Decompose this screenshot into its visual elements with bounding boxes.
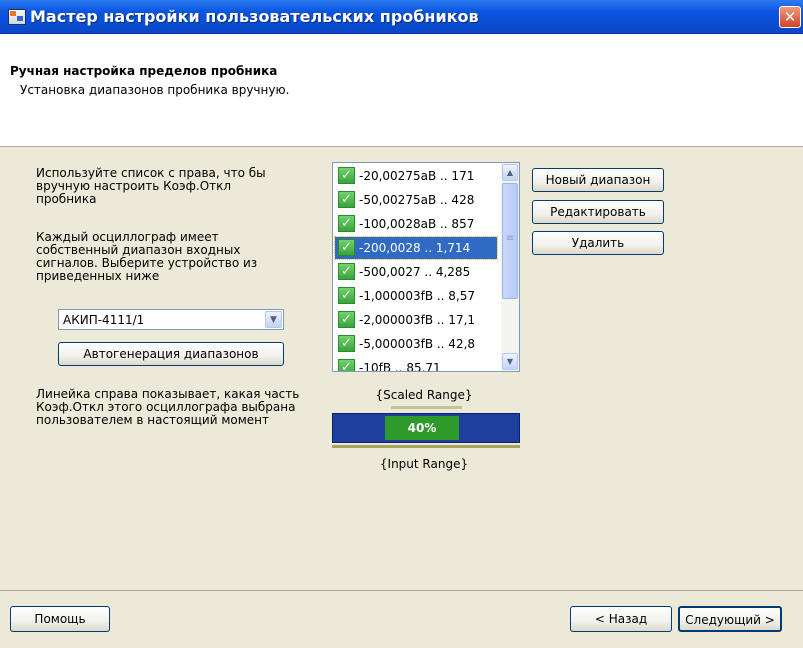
- range-list-item-label: -1,000003fВ .. 8,57: [359, 289, 476, 303]
- ranges-list[interactable]: ✓ -20,00275аВ .. 171 ✓ -50,00275аВ .. 428 ✓ -…: [332, 162, 520, 372]
- range-list-item[interactable]: ✓ -500,0027 .. 4,285: [335, 261, 497, 283]
- instruction-list: Используйте список с права, что бы вручн…: [36, 166, 266, 206]
- ranges-list-scrollbar[interactable]: ▲ ≡ ▼: [501, 163, 519, 371]
- footer-divider: [0, 590, 803, 591]
- range-list-item[interactable]: ✓ -100,0028аВ .. 857: [335, 213, 497, 235]
- page-title: Ручная настройка пределов пробника: [10, 64, 278, 78]
- scroll-up-icon[interactable]: ▲: [502, 164, 518, 181]
- device-select[interactable]: АКИП-4111/1 ▼: [58, 309, 284, 330]
- scaled-range-line: [391, 406, 462, 409]
- range-list-item-label: -5,000003fВ .. 42,8: [359, 337, 476, 351]
- range-list-item-label: -2,000003fВ .. 17,1: [359, 313, 476, 327]
- checkbox-checked-icon[interactable]: ✓: [338, 359, 355, 371]
- new-range-button[interactable]: Новый диапазон: [532, 168, 664, 192]
- range-list-item[interactable]: ✓ -1,000003fВ .. 8,57: [335, 285, 497, 307]
- range-list-item[interactable]: ✓ -10fВ .. 85,71: [335, 357, 497, 372]
- back-button[interactable]: < Назад: [570, 606, 672, 632]
- delete-range-button[interactable]: Удалить: [532, 231, 664, 255]
- checkbox-checked-icon[interactable]: ✓: [338, 263, 355, 280]
- range-ruler-fill: 40%: [385, 416, 459, 440]
- range-list-item-label: -500,0027 .. 4,285: [359, 265, 471, 279]
- edit-range-button[interactable]: Редактировать: [532, 200, 664, 224]
- range-list-item-label: -100,0028аВ .. 857: [359, 217, 475, 231]
- range-list-item-label: -20,00275аВ .. 171: [359, 169, 475, 183]
- checkbox-checked-icon[interactable]: ✓: [338, 215, 355, 232]
- checkbox-checked-icon[interactable]: ✓: [338, 311, 355, 328]
- autogenerate-ranges-button[interactable]: Автогенерация диапазонов: [58, 342, 284, 366]
- range-list-item[interactable]: ✓ -200,0028 .. 1,714: [334, 236, 498, 260]
- chevron-down-icon[interactable]: ▼: [265, 311, 282, 328]
- input-range-line: [332, 445, 520, 448]
- range-list-item[interactable]: ✓ -50,00275аВ .. 428: [335, 189, 497, 211]
- checkbox-checked-icon[interactable]: ✓: [338, 239, 355, 256]
- next-button[interactable]: Следующий >: [678, 606, 782, 632]
- instruction-device: Каждый осциллограф имеет собственный диа…: [36, 230, 258, 283]
- window-title: Мастер настройки пользовательских пробни…: [30, 7, 479, 26]
- help-button[interactable]: Помощь: [10, 606, 110, 632]
- range-list-item[interactable]: ✓ -2,000003fВ .. 17,1: [335, 309, 497, 331]
- input-range-label: {Input Range}: [379, 457, 469, 471]
- wizard-window: Мастер настройки пользовательских пробни…: [0, 0, 803, 648]
- scroll-down-icon[interactable]: ▼: [502, 353, 518, 370]
- checkbox-checked-icon[interactable]: ✓: [338, 335, 355, 352]
- checkbox-checked-icon[interactable]: ✓: [338, 191, 355, 208]
- scaled-range-label: {Scaled Range}: [375, 388, 473, 402]
- scroll-thumb[interactable]: ≡: [502, 183, 518, 299]
- wizard-header: Ручная настройка пределов пробника Устан…: [0, 34, 803, 147]
- range-list-item-label: -10fВ .. 85,71: [359, 361, 441, 372]
- close-icon[interactable]: ✕: [779, 6, 801, 28]
- range-list-item[interactable]: ✓ -5,000003fВ .. 42,8: [335, 333, 497, 355]
- checkbox-checked-icon[interactable]: ✓: [338, 287, 355, 304]
- device-select-value: АКИП-4111/1: [63, 313, 145, 327]
- checkbox-checked-icon[interactable]: ✓: [338, 167, 355, 184]
- range-list-item-label: -200,0028 .. 1,714: [359, 241, 471, 255]
- page-subtitle: Установка диапазонов пробника вручную.: [20, 83, 290, 97]
- range-list-item[interactable]: ✓ -20,00275аВ .. 171: [335, 165, 497, 187]
- app-window-icon: [8, 9, 26, 25]
- range-ruler: 40%: [332, 413, 520, 443]
- range-list-item-label: -50,00275аВ .. 428: [359, 193, 475, 207]
- title-bar[interactable]: Мастер настройки пользовательских пробни…: [0, 0, 803, 34]
- instruction-ruler: Линейка справа показывает, какая часть К…: [36, 387, 300, 427]
